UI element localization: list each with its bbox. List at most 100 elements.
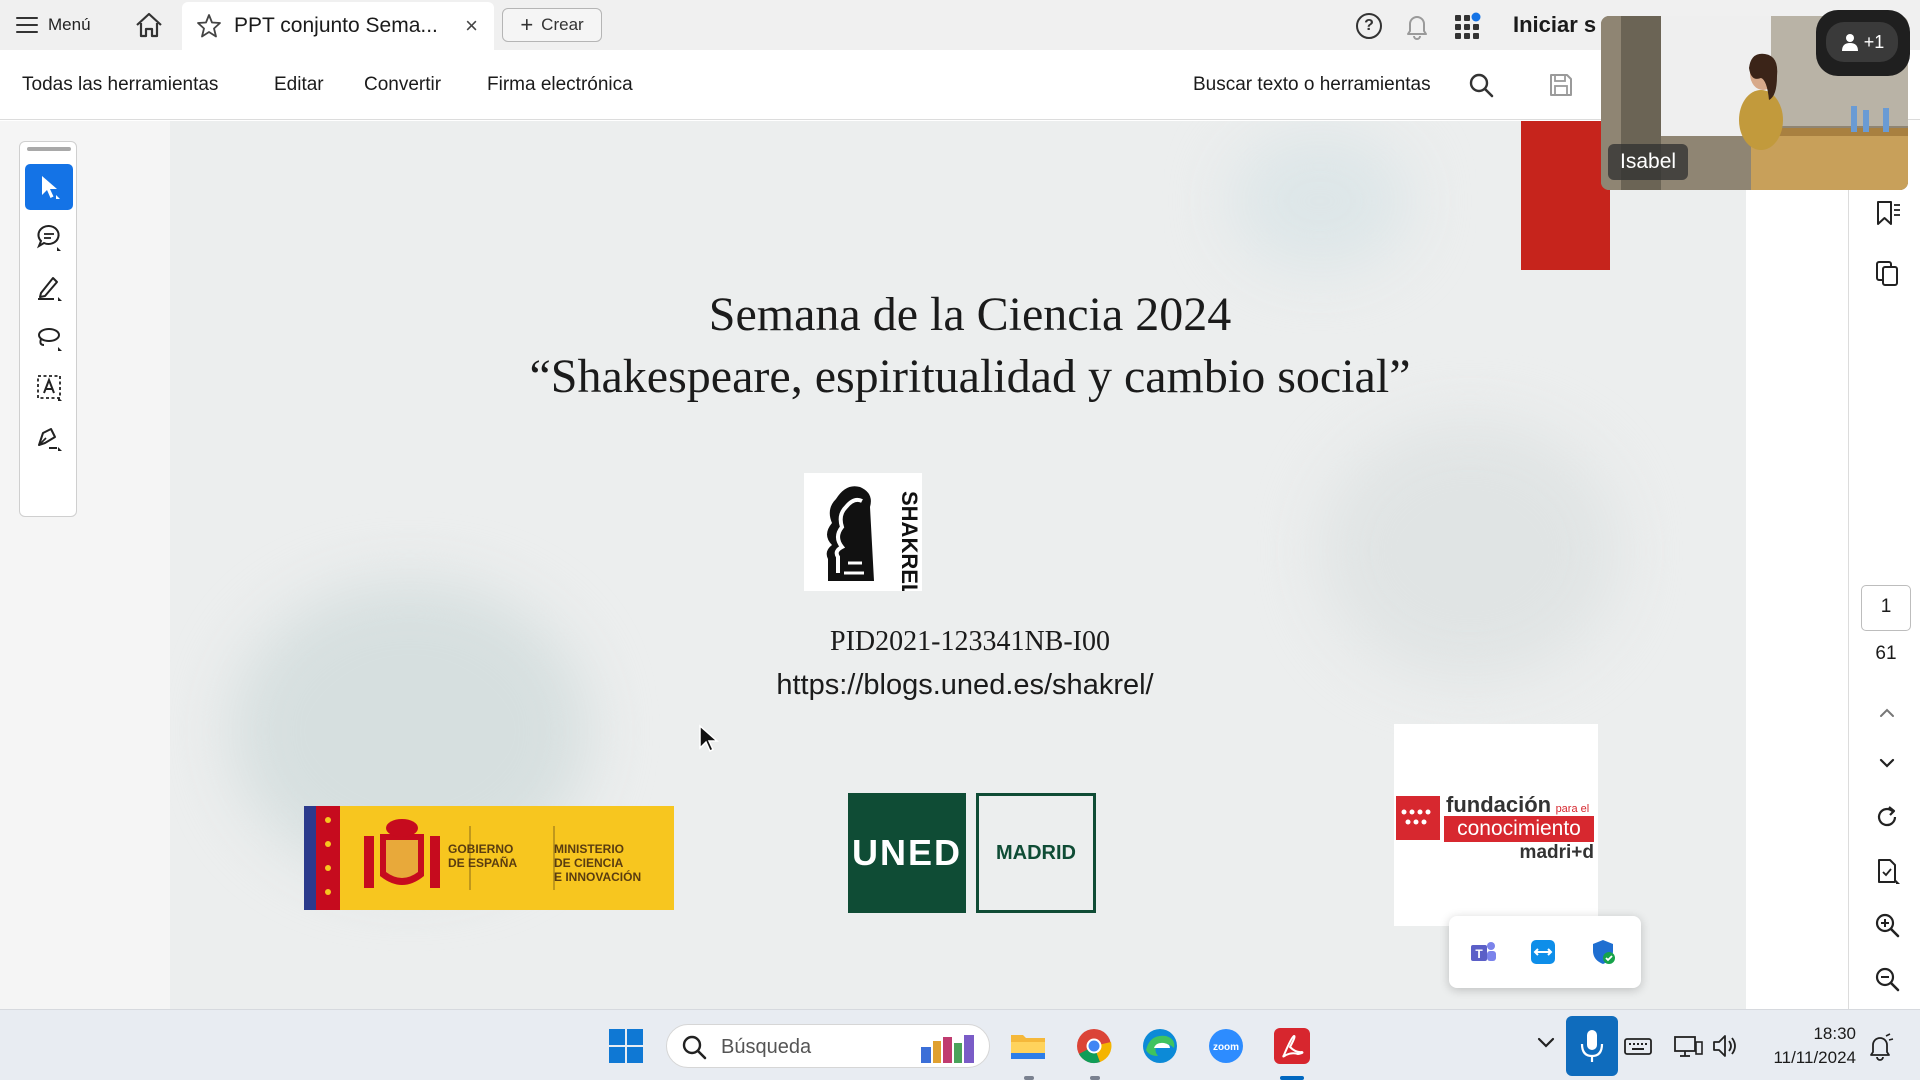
comment-icon (36, 225, 61, 251)
slide-title-line1: Semana de la Ciencia 2024 (708, 288, 1232, 341)
notification-center-icon[interactable] (1864, 1030, 1896, 1062)
edge-browser-icon[interactable] (1140, 1026, 1180, 1066)
create-button[interactable]: + Crear (502, 8, 602, 42)
fundacion-text-para: para el (1555, 803, 1590, 815)
explorer-running-indicator (1024, 1076, 1034, 1080)
text-box-icon (37, 375, 62, 401)
chevron-up-icon[interactable] (1873, 699, 1901, 727)
document-tab[interactable]: PPT conjunto Sema... × (182, 2, 494, 50)
network-display-icon[interactable] (1672, 1030, 1704, 1062)
menu-button[interactable]: Menú (16, 8, 91, 42)
search-icon (682, 1035, 707, 1060)
help-icon[interactable]: ? (1356, 13, 1382, 39)
teams-icon[interactable]: T (1469, 938, 1497, 966)
right-panel-rail: 1 61 (1848, 121, 1920, 1009)
background-watercolor (1320, 421, 1620, 681)
search-highlight-books-icon (921, 1035, 974, 1063)
home-icon[interactable] (134, 12, 164, 38)
search-icon[interactable] (1468, 72, 1494, 98)
slide-title-line2: “Shakespeare, espiritualidad y cambio so… (529, 350, 1411, 403)
bookmark-icon[interactable] (1873, 199, 1901, 227)
gobierno-text-2: DE ESPAÑA (448, 856, 518, 870)
ministerio-text-2: DE CIENCIA (554, 856, 624, 870)
participants-badge[interactable]: +1 (1816, 10, 1910, 76)
menu-all-tools[interactable]: Todas las herramientas (22, 74, 218, 96)
ministerio-text-3: E INNOVACIÓN (554, 870, 642, 884)
create-label: Crear (541, 15, 584, 34)
madrid-text: MADRID (976, 793, 1096, 913)
comment-tool[interactable] (25, 214, 73, 260)
webcam-participant-name: Isabel (1608, 144, 1689, 180)
chrome-running-indicator (1090, 1076, 1100, 1080)
save-icon[interactable] (1548, 72, 1574, 98)
background-watercolor (1230, 131, 1410, 271)
speaker-volume-icon[interactable] (1710, 1030, 1742, 1062)
sign-tool[interactable] (25, 414, 73, 460)
taskbar-search-box[interactable]: Búsqueda (666, 1024, 990, 1068)
fundacion-text-3: madri+d (1519, 842, 1594, 863)
zoom-app-icon[interactable]: zoom (1206, 1026, 1246, 1066)
project-id: PID2021-123341NB-I00 (830, 626, 1110, 657)
plus-icon: + (520, 12, 534, 37)
tray-overflow-popup: T (1449, 916, 1641, 988)
person-icon (1841, 34, 1858, 51)
rotate-refresh-icon[interactable] (1873, 803, 1901, 831)
microphone-icon (1580, 1030, 1604, 1062)
fundacion-text-2: conocimiento (1444, 816, 1594, 842)
fundacion-text-1: fundación (1446, 792, 1552, 817)
taskbar-search-placeholder: Búsqueda (721, 1036, 812, 1058)
windows-start-icon[interactable] (606, 1026, 646, 1066)
rail-grip-handle[interactable] (27, 147, 71, 151)
tab-title: PPT conjunto Sema... (234, 14, 438, 37)
apps-grid-icon[interactable] (1454, 12, 1482, 40)
project-url: https://blogs.uned.es/shakrel/ (776, 669, 1154, 701)
chevron-down-icon[interactable] (1873, 749, 1901, 777)
uned-text: UNED (848, 793, 966, 913)
tray-chevron-down-icon[interactable] (1534, 1030, 1558, 1054)
clock-time: 18:30 (1813, 1024, 1856, 1043)
zoom-out-icon[interactable] (1873, 965, 1901, 993)
teamviewer-icon[interactable] (1529, 938, 1557, 966)
sign-in-label[interactable]: Iniciar s (1513, 12, 1596, 38)
madrid-flag-icon (1396, 796, 1440, 840)
quick-tools-rail (19, 141, 77, 517)
clock-date: 11/11/2024 (1773, 1048, 1856, 1067)
select-tool[interactable] (25, 164, 73, 210)
highlight-tool[interactable] (25, 264, 73, 310)
copy-pages-icon[interactable] (1873, 259, 1901, 287)
keyboard-icon[interactable] (1622, 1030, 1654, 1062)
menu-e-signature[interactable]: Firma electrónica (487, 74, 633, 96)
gobierno-espana-logo: GOBIERNO DE ESPAÑA MINISTERIO DE CIENCIA… (304, 806, 674, 910)
notification-bell-icon[interactable] (1404, 12, 1430, 40)
uned-madrid-logo: UNED MADRID (848, 793, 1096, 913)
windows-taskbar: Búsqueda zoom 18:30 11/11/2024 (0, 1009, 1920, 1080)
file-explorer-icon[interactable] (1008, 1026, 1048, 1066)
fundacion-madrid-logo: fundación para el conocimiento madri+d (1394, 724, 1598, 926)
page-export-icon[interactable] (1873, 857, 1901, 885)
extra-participants-count: +1 (1863, 31, 1885, 52)
fountain-pen-icon (38, 428, 62, 451)
zoom-in-icon[interactable] (1873, 911, 1901, 939)
acrobat-active-indicator (1280, 1076, 1304, 1080)
hamburger-icon (16, 17, 38, 33)
lasso-draw-icon (38, 328, 62, 351)
mouse-cursor-icon (699, 724, 719, 753)
menu-convert[interactable]: Convertir (364, 74, 441, 96)
text-box-tool[interactable] (25, 364, 73, 410)
acrobat-red-tab (1521, 121, 1610, 270)
defender-shield-icon[interactable] (1589, 938, 1617, 966)
chrome-icon[interactable] (1074, 1026, 1114, 1066)
draw-tool[interactable] (25, 314, 73, 360)
acrobat-app-icon[interactable] (1272, 1026, 1312, 1066)
ministerio-text-1: MINISTERIO (554, 842, 625, 856)
search-tools-label[interactable]: Buscar texto o herramientas (1193, 74, 1431, 96)
star-icon[interactable] (196, 13, 222, 39)
microphone-button[interactable] (1566, 1016, 1618, 1076)
tab-close-icon[interactable]: × (465, 14, 478, 38)
menu-edit[interactable]: Editar (274, 74, 324, 96)
document-page: Semana de la Ciencia 2024 “Shakespeare, … (170, 121, 1746, 1009)
total-pages-label: 61 (1875, 643, 1897, 664)
cursor-arrow-icon (42, 176, 60, 199)
current-page-input[interactable]: 1 (1861, 585, 1911, 631)
system-clock[interactable]: 18:30 11/11/2024 (1758, 1022, 1856, 1070)
